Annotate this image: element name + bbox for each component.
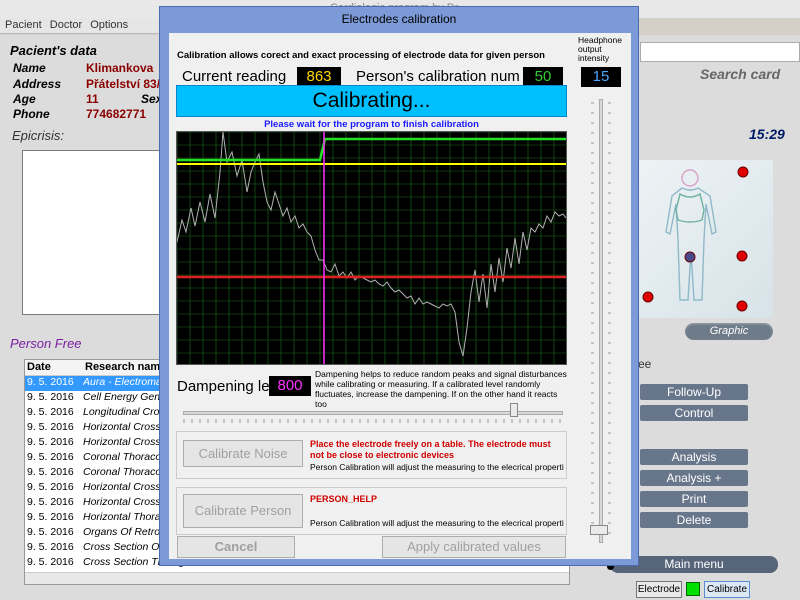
electrode-status-indicator (686, 582, 700, 596)
search-input[interactable] (640, 42, 800, 62)
menu-pacient[interactable]: Pacient (5, 19, 42, 31)
person-calibration-label: Person's calibration num (356, 68, 520, 85)
patient-address-label: Address (13, 77, 62, 91)
calibration-level-line-green (177, 137, 566, 162)
row-date: 9. 5. 2016 (27, 556, 74, 568)
dialog-body: Calibration allows corect and exact proc… (169, 33, 631, 559)
row-date: 9. 5. 2016 (27, 466, 74, 478)
menu-doctor[interactable]: Doctor (50, 19, 82, 31)
menu-bar: Pacient Doctor Options (0, 18, 160, 34)
noise-calibration-group: Calibrate Noise Place the electrode free… (176, 431, 567, 479)
row-date: 9. 5. 2016 (27, 541, 74, 553)
patient-age-value: 11 (86, 92, 99, 106)
dampening-help-text: Dampening helps to reduce random peaks a… (315, 369, 567, 409)
dampening-slider-ticks (183, 419, 561, 423)
analysis-plus-button[interactable]: Analysis + (640, 470, 748, 486)
signal-oscilloscope (176, 131, 567, 365)
body-map (625, 166, 749, 312)
noise-warning-text: Place the electrode freely on a table. T… (310, 439, 551, 460)
body-silhouette-icon (665, 169, 717, 301)
row-date: 9. 5. 2016 (27, 376, 74, 388)
patient-header: Pacient's data (10, 43, 97, 58)
calibrate-noise-button[interactable]: Calibrate Noise (183, 440, 303, 467)
dampening-slider-thumb[interactable] (510, 403, 518, 417)
analysis-button[interactable]: Analysis (640, 449, 748, 465)
patient-phone-label: Phone (13, 107, 50, 121)
epicrisis-label: Epicrisis: (12, 128, 65, 143)
row-date: 9. 5. 2016 (27, 481, 74, 493)
row-date: 9. 5. 2016 (27, 526, 74, 538)
search-card-label[interactable]: Search card (700, 66, 780, 82)
patient-name-value: Klimankova (86, 61, 154, 75)
electrode-button[interactable]: Electrode (636, 581, 682, 598)
dialog-title: Electrodes calibration (341, 12, 457, 26)
patient-age-label: Age (13, 92, 36, 106)
dampening-value: 800 (269, 376, 311, 396)
wait-message: Please wait for the program to finish ca… (264, 119, 479, 130)
current-reading-label: Current reading (182, 68, 287, 85)
person-calibration-value: 50 (523, 67, 563, 87)
body-map-panel (625, 160, 773, 318)
follow-up-button[interactable]: Follow-Up (640, 384, 748, 400)
person-free-label: Person Free (10, 336, 82, 351)
calibrating-banner: Calibrating... (176, 85, 567, 117)
col-research-name[interactable]: Research name (83, 360, 168, 375)
headphone-intensity-value: 15 (581, 67, 621, 87)
dampening-label: Dampening le (177, 378, 269, 395)
row-date: 9. 5. 2016 (27, 436, 74, 448)
row-date: 9. 5. 2016 (27, 496, 74, 508)
epicrisis-textarea[interactable] (22, 150, 162, 315)
patient-address-value: Přátelství 83/ (86, 77, 161, 91)
current-reading-value: 863 (297, 67, 341, 87)
row-date: 9. 5. 2016 (27, 451, 74, 463)
row-date: 9. 5. 2016 (27, 406, 74, 418)
patient-name-label: Name (13, 61, 46, 75)
delete-button[interactable]: Delete (640, 512, 748, 528)
cancel-button[interactable]: Cancel (177, 536, 295, 558)
print-button[interactable]: Print (640, 491, 748, 507)
apply-calibrated-values-button[interactable]: Apply calibrated values (382, 536, 566, 558)
person-calibration-group: Calibrate Person PERSON_HELP Person Cali… (176, 487, 567, 535)
free-label: ee (638, 357, 652, 371)
person-help-text: PERSON_HELP (310, 494, 378, 504)
clock: 15:29 (749, 126, 785, 142)
patient-phone-value: 774682771 (86, 107, 147, 121)
menu-options[interactable]: Options (90, 19, 128, 31)
person-note-text: Person Calibration will adjust the measu… (310, 518, 564, 528)
noise-note-text: Person Calibration will adjust the measu… (310, 462, 564, 472)
row-date: 9. 5. 2016 (27, 511, 74, 523)
research-table-hscroll[interactable] (25, 572, 569, 584)
calibration-info-text: Calibration allows corect and exact proc… (177, 50, 545, 61)
graphic-button[interactable]: Graphic (685, 323, 773, 340)
signal-trace (177, 132, 566, 357)
row-date: 9. 5. 2016 (27, 421, 74, 433)
headphone-slider-ticks (591, 102, 611, 534)
calibrate-person-button[interactable]: Calibrate Person (183, 494, 303, 528)
headphone-intensity-label: Headphone output intensity (578, 35, 622, 63)
row-date: 9. 5. 2016 (27, 391, 74, 403)
electrodes-calibration-dialog: Electrodes calibration Calibration allow… (159, 6, 639, 566)
calibrate-button[interactable]: Calibrate (704, 581, 750, 598)
headphone-slider-thumb[interactable] (590, 525, 608, 535)
control-button[interactable]: Control (640, 405, 748, 421)
signal-graph (177, 132, 566, 364)
dampening-slider[interactable] (183, 411, 563, 415)
col-date[interactable]: Date (25, 360, 83, 375)
